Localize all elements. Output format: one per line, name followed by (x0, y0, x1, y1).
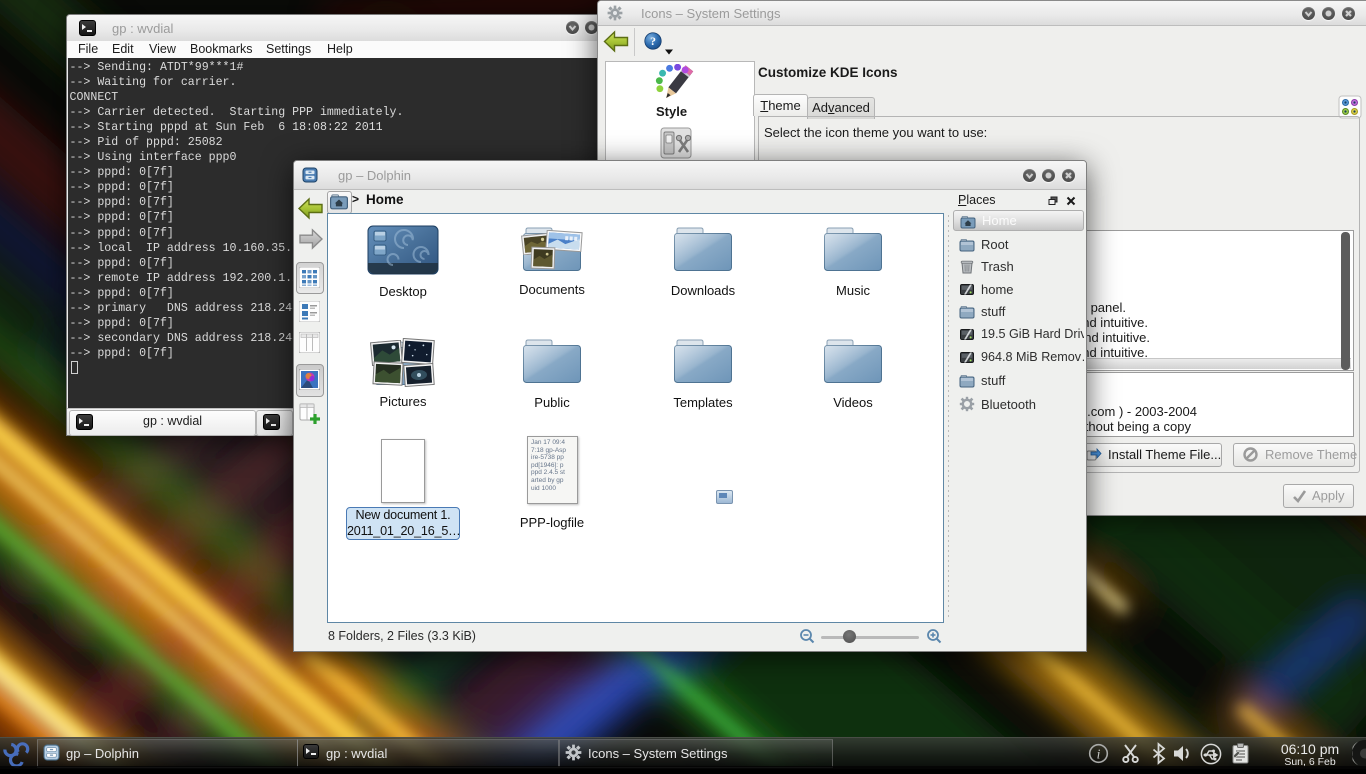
svg-text:i: i (1097, 747, 1101, 762)
svg-text:?: ? (650, 35, 656, 48)
